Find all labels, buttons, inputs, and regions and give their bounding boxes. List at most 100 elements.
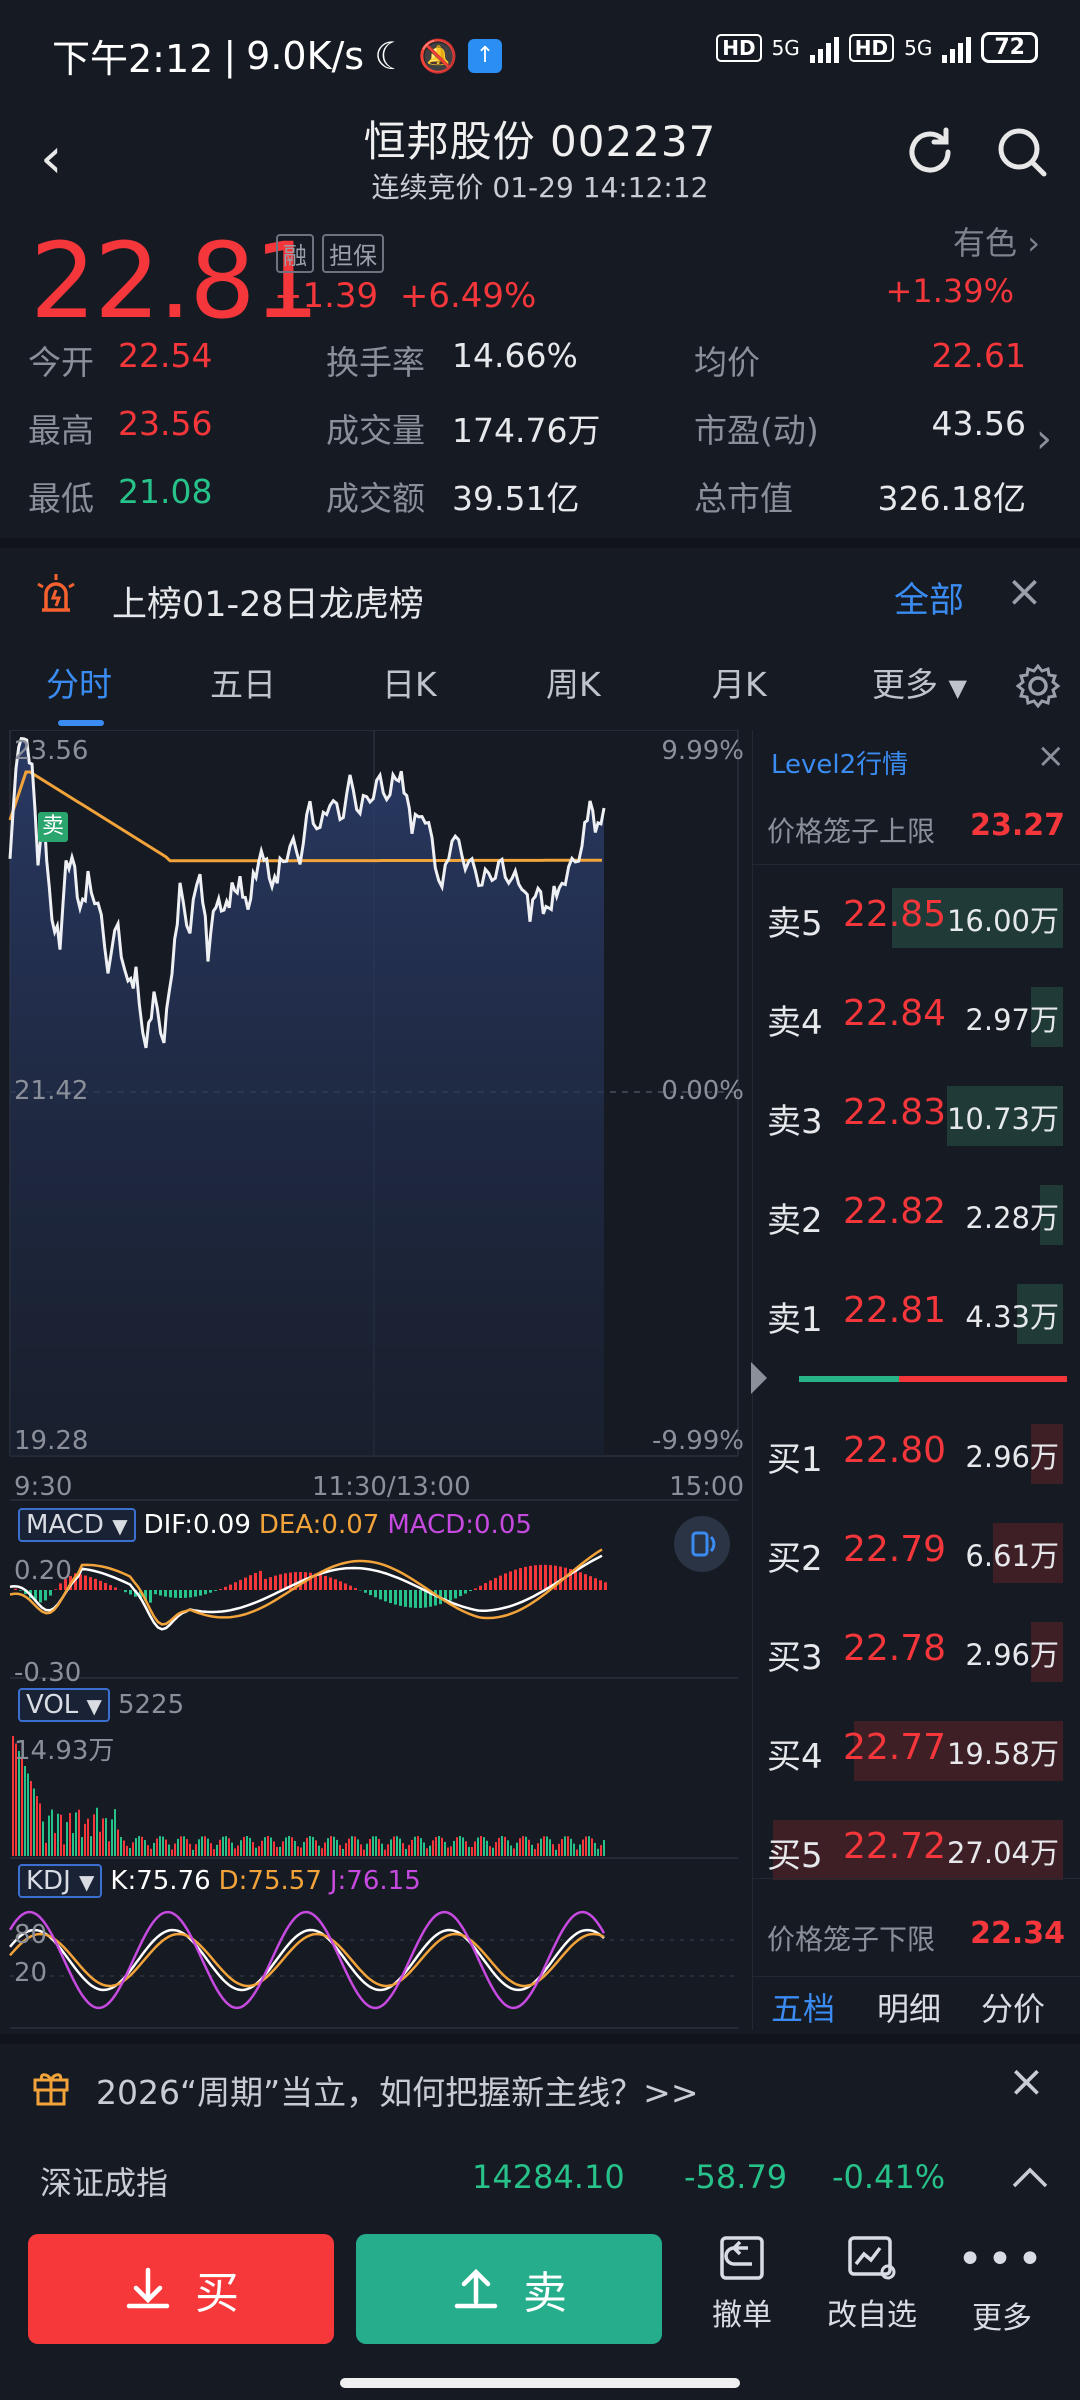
- buy-button[interactable]: 买: [28, 2234, 334, 2344]
- triangle-down-icon: ▼: [948, 674, 967, 702]
- volume-bar: [444, 1841, 446, 1856]
- tab-five-day[interactable]: 五日: [210, 658, 276, 706]
- kdj-selector[interactable]: KDJ ▼: [18, 1864, 103, 1898]
- volume-bar: [111, 1819, 113, 1856]
- volume-bar: [66, 1822, 68, 1856]
- expand-arrow-icon[interactable]: [751, 1362, 767, 1394]
- order-book-level[interactable]: 买2 22.79 6.61万: [763, 1523, 1063, 1583]
- order-book-level[interactable]: 买3 22.78 2.96万: [763, 1622, 1063, 1682]
- tab-price-distribution[interactable]: 分价: [981, 1984, 1045, 2030]
- intraday-chart-panel[interactable]: 23.56 21.42 19.28 9.99% 0.00% -9.99% 9:3…: [0, 729, 748, 2030]
- macd-bar: [264, 1578, 267, 1590]
- close-icon[interactable]: ×: [1008, 2056, 1045, 2107]
- vol-selector[interactable]: VOL ▼: [18, 1688, 110, 1722]
- macd-bar: [464, 1590, 467, 1594]
- order-book-level[interactable]: 卖3 22.83 10.73万: [763, 1086, 1063, 1146]
- sell-marker[interactable]: 卖: [38, 812, 68, 842]
- macd-bar: [269, 1577, 272, 1590]
- kdj-d-value: D:75.57: [218, 1866, 322, 1896]
- volume-bar: [36, 1796, 38, 1856]
- refresh-icon[interactable]: [902, 124, 958, 180]
- volume-bar: [276, 1847, 278, 1856]
- home-indicator[interactable]: [340, 2378, 740, 2388]
- volume-bar: [249, 1837, 251, 1856]
- tab-five-levels[interactable]: 五档: [771, 1984, 835, 2030]
- quote-label: 均价: [694, 343, 760, 382]
- tab-monthly-k[interactable]: 月K: [712, 658, 767, 706]
- more-button[interactable]: ••• 更多: [942, 2234, 1062, 2337]
- order-book-level[interactable]: 卖4 22.84 2.97万: [763, 987, 1063, 1047]
- cancel-order-button[interactable]: 撤单: [682, 2234, 802, 2334]
- chevron-right-icon: ›: [1027, 224, 1040, 262]
- close-icon[interactable]: ×: [1006, 566, 1043, 617]
- market-index-row[interactable]: 深证成指 14284.10 -58.79 -0.41%: [0, 2136, 1080, 2226]
- order-book-level[interactable]: 买1 22.80 2.96万: [763, 1424, 1063, 1484]
- kdj-k-line: [9, 1928, 605, 1992]
- macd-bar: [124, 1590, 127, 1593]
- quote-label: 最高: [28, 411, 94, 450]
- tab-weekly-k[interactable]: 周K: [546, 658, 601, 706]
- volume-bar: [399, 1838, 401, 1856]
- order-book: Level2行情 × 价格笼子上限 23.27 卖5 22.85 16.00万 卖4 2…: [751, 730, 1080, 2030]
- order-book-level[interactable]: 卖1 22.81 4.33万: [763, 1284, 1063, 1344]
- chart-tabs: 分时 五日 日K 周K 月K 更多 ▼: [0, 648, 1080, 730]
- edit-watchlist-button[interactable]: 改自选: [812, 2234, 932, 2334]
- sector-link[interactable]: 有色 ›: [953, 218, 1040, 264]
- volume-bar: [162, 1836, 164, 1856]
- volume-bar: [72, 1833, 74, 1856]
- volume-bar: [231, 1842, 233, 1856]
- price-area: [10, 738, 604, 1456]
- volume-bar: [192, 1849, 194, 1856]
- pct-axis-mid: 0.00%: [661, 1076, 744, 1106]
- macd-bar: [479, 1585, 482, 1590]
- macd-bar: [224, 1586, 227, 1590]
- macd-bar: [89, 1577, 92, 1590]
- volume-bar: [450, 1846, 452, 1856]
- macd-bar: [129, 1590, 132, 1595]
- volume-bar: [222, 1836, 224, 1856]
- volume-bar: [390, 1839, 392, 1856]
- order-book-level[interactable]: 卖5 22.85 16.00万: [763, 888, 1063, 948]
- notice-all-link[interactable]: 全部: [894, 572, 964, 623]
- quote-label: 换手率: [326, 343, 425, 382]
- chevron-right-icon[interactable]: ›: [1036, 416, 1052, 462]
- volume-bar: [297, 1846, 299, 1856]
- volume-bar: [435, 1836, 437, 1856]
- volume-bar: [549, 1839, 551, 1856]
- tab-intraday[interactable]: 分时: [46, 658, 112, 706]
- volume-bar: [315, 1840, 317, 1856]
- macd-selector[interactable]: MACD ▼: [18, 1508, 136, 1542]
- stock-tags: 融 担保: [276, 234, 384, 273]
- tab-daily-k[interactable]: 日K: [382, 658, 437, 706]
- chevron-up-icon[interactable]: [1010, 2166, 1050, 2190]
- macd-bar: [219, 1588, 222, 1590]
- rotate-screen-button[interactable]: [674, 1516, 730, 1572]
- macd-bar: [334, 1579, 337, 1590]
- order-book-level[interactable]: 买4 22.77 19.58万: [763, 1721, 1063, 1781]
- level-vol: 10.73万: [946, 1102, 1059, 1136]
- volume-bar: [486, 1840, 488, 1856]
- gift-icon: [33, 2073, 69, 2106]
- volume-bar: [495, 1842, 497, 1856]
- order-book-level[interactable]: 买5 22.72 27.04万: [763, 1820, 1063, 1880]
- macd-bar: [534, 1565, 537, 1590]
- volume-bar: [237, 1845, 239, 1856]
- volume-bar: [603, 1840, 605, 1856]
- macd-bar: [414, 1590, 417, 1608]
- close-icon[interactable]: ×: [1037, 736, 1066, 776]
- y-axis-high: 23.56: [14, 736, 89, 766]
- level-label: 卖1: [767, 1300, 823, 1340]
- dragon-tiger-notice[interactable]: 上榜01-28日龙虎榜 全部 ×: [0, 548, 1080, 648]
- tab-details[interactable]: 明细: [877, 1984, 941, 2030]
- level-vol: 4.33万: [965, 1300, 1059, 1334]
- sell-button[interactable]: 卖: [356, 2234, 662, 2344]
- volume-bar: [393, 1836, 395, 1856]
- macd-macd-value: MACD:0.05: [387, 1510, 532, 1540]
- order-book-level[interactable]: 卖2 22.82 2.28万: [763, 1185, 1063, 1245]
- search-icon[interactable]: [994, 124, 1050, 180]
- volume-bar: [456, 1837, 458, 1856]
- gear-icon[interactable]: [1014, 662, 1062, 710]
- level-vol: 16.00万: [946, 904, 1059, 938]
- tab-more[interactable]: 更多 ▼: [872, 658, 967, 706]
- alarm-icon: [37, 574, 75, 612]
